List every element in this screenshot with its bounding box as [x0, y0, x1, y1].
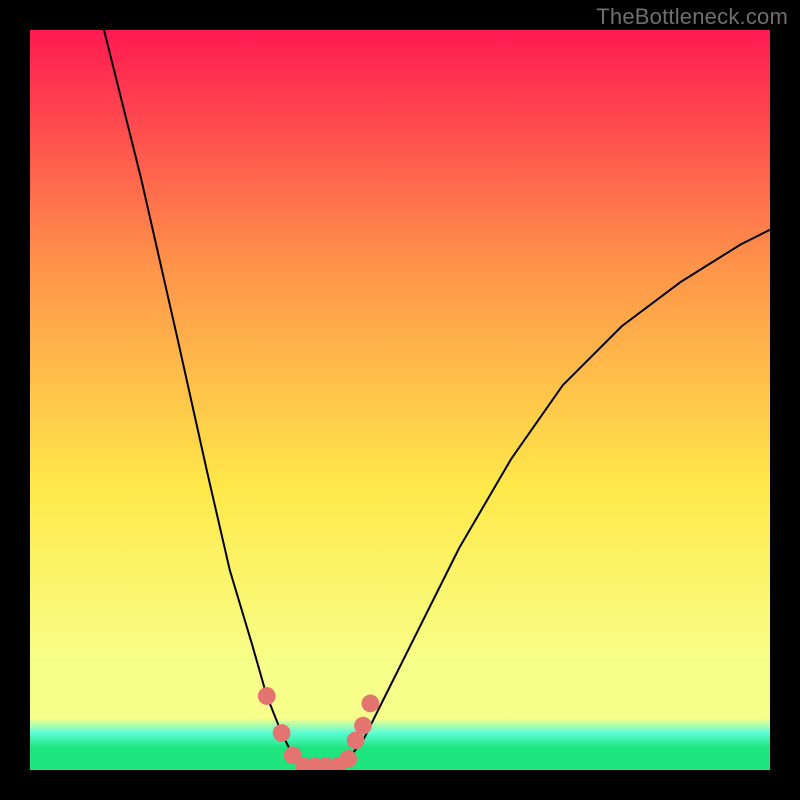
gradient-bg: [30, 30, 770, 770]
marker-dot: [339, 750, 357, 768]
marker-dot: [258, 687, 276, 705]
marker-dot: [362, 695, 380, 713]
chart-svg: [30, 30, 770, 770]
watermark-text: TheBottleneck.com: [596, 4, 788, 30]
chart-stage: TheBottleneck.com: [0, 0, 800, 800]
marker-dot: [273, 724, 291, 742]
marker-dot: [354, 717, 372, 735]
chart-area: [30, 30, 770, 770]
